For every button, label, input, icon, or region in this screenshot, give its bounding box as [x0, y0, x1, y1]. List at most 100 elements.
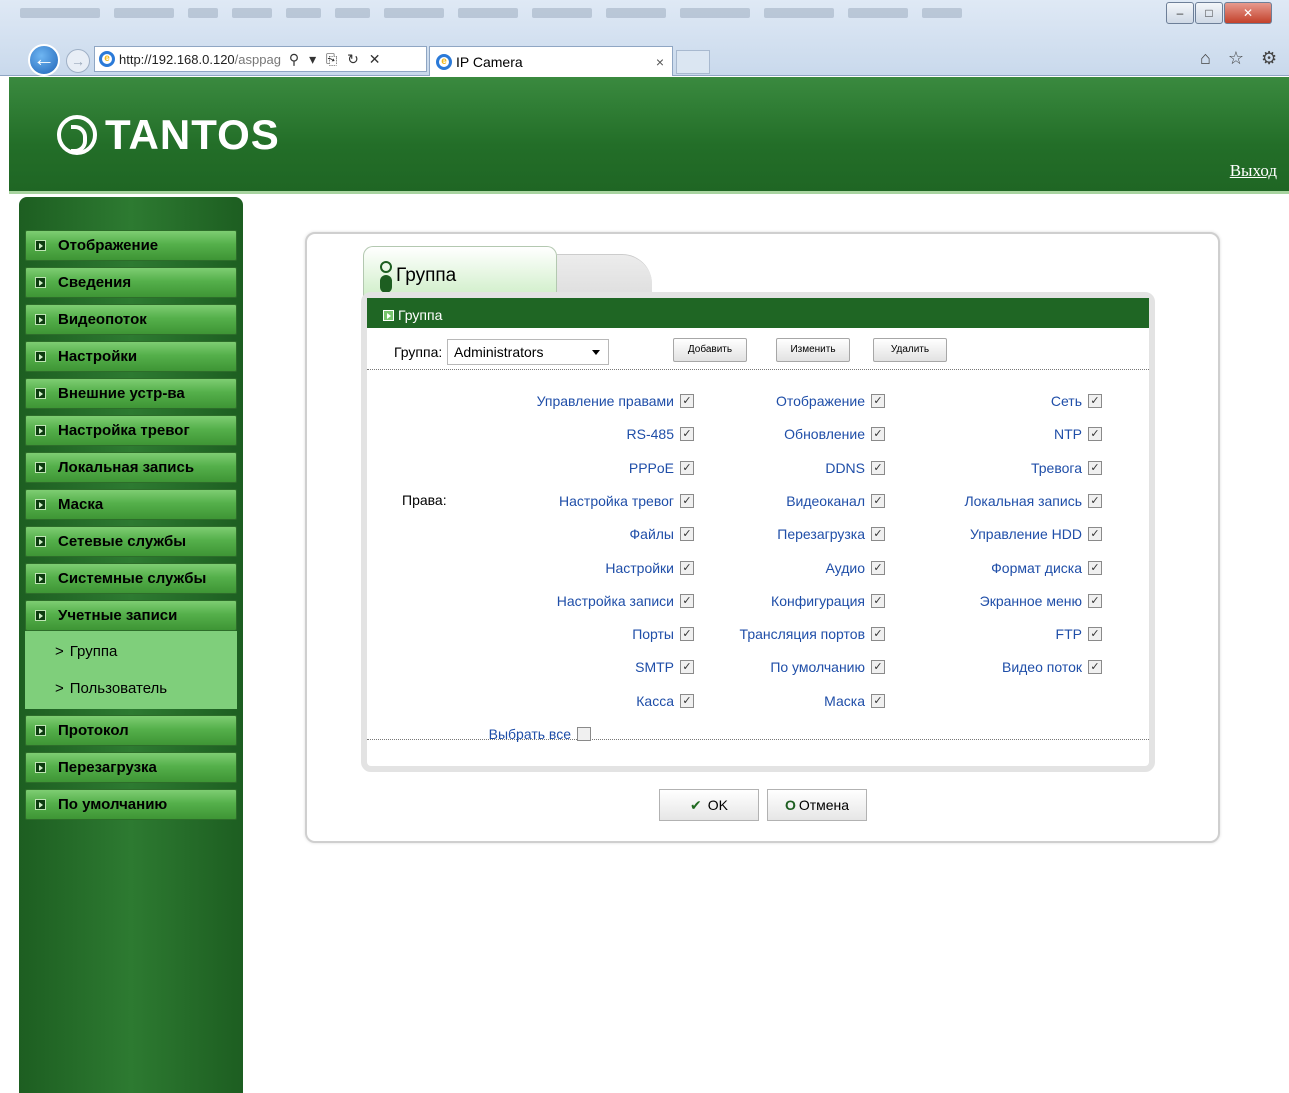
- checkbox[interactable]: ✓: [871, 627, 885, 642]
- sidebar-item-protocol[interactable]: Протокол: [25, 715, 237, 746]
- arrow-bullet-icon: [35, 762, 46, 773]
- checkbox[interactable]: ✓: [680, 693, 694, 708]
- group-form: Группа Группа: Administrators Добавить И…: [361, 292, 1155, 772]
- sidebar-item-system-services[interactable]: Системные службы: [25, 563, 237, 594]
- permission-item[interactable]: Настройка тревог ✓: [559, 492, 694, 510]
- checkbox[interactable]: ✓: [871, 394, 885, 408]
- window-close-button[interactable]: ✕: [1224, 2, 1272, 24]
- permission-item[interactable]: Настройка записи ✓: [557, 592, 694, 610]
- checkbox[interactable]: ✓: [1088, 627, 1102, 642]
- new-tab-button[interactable]: [676, 50, 710, 74]
- permission-item[interactable]: Маска ✓: [824, 692, 885, 710]
- checkbox[interactable]: ✓: [871, 427, 885, 442]
- address-bar[interactable]: e http://192.168.0.120/asppag ⚲ ▾ ⎘ ↻ ✕: [94, 46, 427, 72]
- permission-item[interactable]: DDNS ✓: [825, 459, 885, 477]
- sidebar-item-accounts[interactable]: Учетные записи: [25, 600, 237, 631]
- back-button[interactable]: ←: [28, 44, 60, 76]
- sidebar-item-alarm-settings[interactable]: Настройка тревог: [25, 415, 237, 446]
- window-maximize-button[interactable]: □: [1195, 2, 1223, 24]
- forward-button[interactable]: →: [66, 49, 90, 73]
- permission-item[interactable]: SMTP ✓: [635, 658, 694, 676]
- permission-item[interactable]: NTP ✓: [1054, 425, 1102, 443]
- browser-toolbar-icons[interactable]: ⌂ ☆ ⚙: [1200, 48, 1283, 69]
- logo-icon: [57, 115, 97, 155]
- checkbox[interactable]: ✓: [1088, 493, 1102, 508]
- permission-label: Касса: [636, 692, 674, 709]
- add-group-button[interactable]: Добавить: [673, 338, 747, 362]
- select-all-checkbox[interactable]: Выбрать все ✓: [489, 725, 591, 743]
- permission-item[interactable]: Перезагрузка ✓: [777, 525, 885, 543]
- submenu-item-group[interactable]: > Группа: [25, 633, 237, 670]
- checkbox[interactable]: ✓: [1088, 427, 1102, 442]
- ok-button[interactable]: ✔ OK: [659, 789, 759, 821]
- submenu-item-user[interactable]: > Пользователь: [25, 670, 237, 707]
- permission-item[interactable]: Сеть ✓: [1051, 392, 1102, 410]
- checkbox[interactable]: ✓: [680, 593, 694, 608]
- checkbox[interactable]: ✓: [577, 727, 591, 741]
- permission-item[interactable]: Аудио ✓: [826, 559, 885, 577]
- permission-item[interactable]: Обновление ✓: [784, 425, 885, 443]
- sidebar-item-local-recording[interactable]: Локальная запись: [25, 452, 237, 483]
- checkbox[interactable]: ✓: [1088, 394, 1102, 408]
- checkbox[interactable]: ✓: [1088, 460, 1102, 475]
- sidebar-item-info[interactable]: Сведения: [25, 267, 237, 298]
- checkbox[interactable]: ✓: [871, 527, 885, 542]
- tab-close-icon[interactable]: ×: [656, 54, 664, 70]
- checkbox[interactable]: ✓: [871, 493, 885, 508]
- window-minimize-button[interactable]: –: [1166, 2, 1194, 24]
- cancel-button[interactable]: O Отмена: [767, 789, 867, 821]
- address-bar-icons[interactable]: ⚲ ▾ ⎘ ↻ ✕: [289, 51, 384, 68]
- permission-item[interactable]: Конфигурация ✓: [771, 592, 885, 610]
- permission-item[interactable]: Настройки ✓: [605, 559, 694, 577]
- permission-item[interactable]: Управление правами ✓: [537, 392, 694, 410]
- checkbox[interactable]: ✓: [1088, 527, 1102, 542]
- tab-ip-camera[interactable]: e IP Camera ×: [429, 46, 673, 76]
- checkbox[interactable]: ✓: [680, 493, 694, 508]
- permission-item[interactable]: Управление HDD ✓: [970, 525, 1102, 543]
- permission-item[interactable]: PPPoE ✓: [629, 459, 694, 477]
- checkbox[interactable]: ✓: [680, 527, 694, 542]
- permission-item[interactable]: Экранное меню ✓: [980, 592, 1102, 610]
- group-select[interactable]: Administrators: [447, 339, 609, 365]
- sidebar-item-reboot[interactable]: Перезагрузка: [25, 752, 237, 783]
- sidebar-item-settings[interactable]: Настройки: [25, 341, 237, 372]
- checkbox[interactable]: ✓: [871, 560, 885, 575]
- checkbox[interactable]: ✓: [1088, 660, 1102, 675]
- checkbox[interactable]: ✓: [680, 627, 694, 642]
- logout-link[interactable]: Выход: [1230, 161, 1277, 181]
- sidebar-item-network-services[interactable]: Сетевые службы: [25, 526, 237, 557]
- checkbox[interactable]: ✓: [680, 394, 694, 408]
- permission-item[interactable]: По умолчанию ✓: [770, 658, 885, 676]
- checkbox[interactable]: ✓: [871, 460, 885, 475]
- sidebar-item-mask[interactable]: Маска: [25, 489, 237, 520]
- checkbox[interactable]: ✓: [680, 560, 694, 575]
- checkbox[interactable]: ✓: [680, 660, 694, 675]
- checkbox[interactable]: ✓: [871, 660, 885, 675]
- permission-item[interactable]: Трансляция портов ✓: [740, 625, 885, 643]
- checkbox[interactable]: ✓: [1088, 560, 1102, 575]
- checkbox[interactable]: ✓: [871, 593, 885, 608]
- permission-item[interactable]: Касса ✓: [636, 692, 694, 710]
- permission-item[interactable]: Видео поток ✓: [1002, 658, 1102, 676]
- sidebar-item-external-devices[interactable]: Внешние устр-ва: [25, 378, 237, 409]
- permission-label: По умолчанию: [770, 659, 865, 676]
- delete-group-button[interactable]: Удалить: [873, 338, 947, 362]
- permission-item[interactable]: Файлы ✓: [630, 525, 694, 543]
- checkbox[interactable]: ✓: [871, 693, 885, 708]
- checkbox[interactable]: ✓: [680, 427, 694, 442]
- edit-group-button[interactable]: Изменить: [776, 338, 850, 362]
- arrow-bullet-icon: [35, 462, 46, 473]
- sidebar-item-defaults[interactable]: По умолчанию: [25, 789, 237, 820]
- sidebar-item-video-stream[interactable]: Видеопоток: [25, 304, 237, 335]
- sidebar-item-display[interactable]: Отображение: [25, 230, 237, 261]
- permission-item[interactable]: RS-485 ✓: [627, 425, 694, 443]
- permission-item[interactable]: FTP ✓: [1056, 625, 1102, 643]
- permission-item[interactable]: Порты ✓: [632, 625, 694, 643]
- permission-item[interactable]: Отображение ✓: [776, 392, 885, 410]
- checkbox[interactable]: ✓: [680, 460, 694, 475]
- permission-item[interactable]: Локальная запись ✓: [964, 492, 1102, 510]
- checkbox[interactable]: ✓: [1088, 593, 1102, 608]
- permission-item[interactable]: Видеоканал ✓: [786, 492, 885, 510]
- permission-item[interactable]: Тревога ✓: [1031, 459, 1102, 477]
- permission-item[interactable]: Формат диска ✓: [991, 559, 1102, 577]
